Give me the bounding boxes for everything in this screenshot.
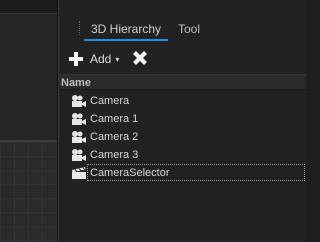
hierarchy-panel: 3D Hierarchy Tool Add ▾ Name Camera Came…	[59, 0, 306, 242]
tree-item-label: Camera 2	[90, 131, 139, 143]
viewport-panel[interactable]	[0, 0, 57, 242]
plus-icon	[68, 51, 84, 67]
app-root: 3D Hierarchy Tool Add ▾ Name Camera Came…	[0, 0, 306, 242]
camera-icon	[72, 149, 86, 161]
camera-icon	[72, 95, 86, 107]
viewport-toolbar	[0, 0, 57, 14]
close-icon	[133, 51, 147, 65]
tree-item-camera-1[interactable]: Camera 1	[59, 110, 306, 128]
tree-item-label: CameraSelector	[90, 167, 170, 179]
tree-item-label: Camera 1	[90, 113, 139, 125]
column-header-name: Name	[61, 77, 91, 89]
panel-grip-handle[interactable]	[79, 21, 81, 35]
active-tab-indicator	[84, 39, 168, 41]
tree-item-label: Camera	[90, 95, 130, 107]
viewport-grid[interactable]	[0, 141, 57, 242]
delete-button[interactable]	[131, 49, 149, 67]
tab-tool[interactable]: Tool	[172, 20, 206, 38]
add-label: Add	[90, 52, 112, 66]
tree-item-label: Camera 3	[90, 149, 139, 161]
column-header[interactable]: Name	[59, 74, 306, 90]
tree-item-camera-2[interactable]: Camera 2	[59, 128, 306, 146]
tree-item-camera-3[interactable]: Camera 3	[59, 146, 306, 164]
camera-icon	[72, 131, 86, 143]
chevron-down-icon: ▾	[115, 54, 120, 64]
tab-3d-hierarchy[interactable]: 3D Hierarchy	[86, 20, 166, 38]
tree-item-cameraselector[interactable]: CameraSelector	[59, 164, 306, 182]
camera-icon	[72, 113, 86, 125]
clapperboard-icon	[72, 167, 86, 179]
add-button[interactable]: Add ▾	[68, 49, 126, 69]
tree-item-camera[interactable]: Camera	[59, 92, 306, 110]
